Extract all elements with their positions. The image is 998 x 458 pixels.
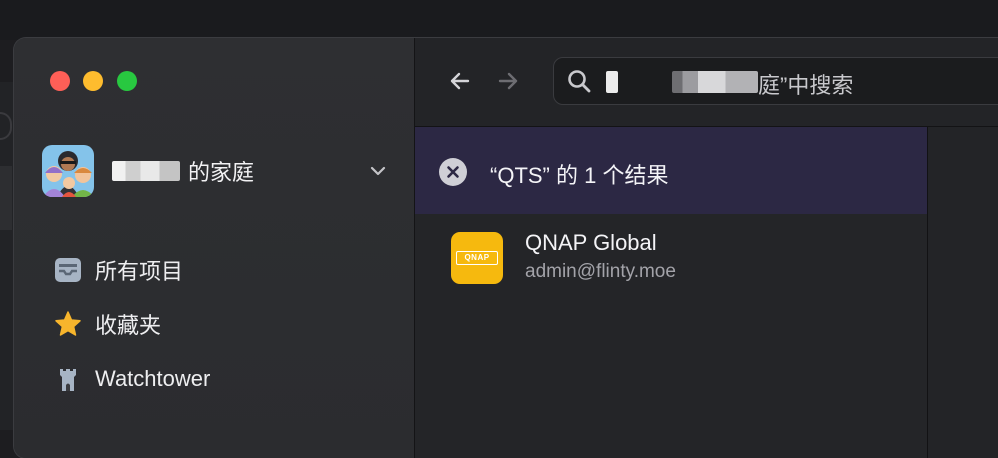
watchtower-icon xyxy=(54,365,82,393)
item-title: QNAP Global xyxy=(525,230,657,255)
close-icon xyxy=(447,166,459,178)
sidebar-item-label: 所有项目 xyxy=(95,259,184,284)
item-list: “QTS” 的 1 个结果 QNAP QNAP Global admin@fli… xyxy=(415,127,928,458)
app-window: 的家庭 所有项目 收藏夹 Watchtower 庭”中搜索 “QTS” 的 1 … xyxy=(14,38,998,458)
maximize-window-button[interactable] xyxy=(117,71,137,91)
search-text-redacted xyxy=(672,71,758,93)
search-input[interactable]: 庭”中搜索 xyxy=(553,57,998,105)
sidebar-item-all-items[interactable]: 所有项目 xyxy=(54,253,384,287)
account-name: 的家庭 xyxy=(188,160,255,185)
sidebar-item-label: 收藏夹 xyxy=(95,313,162,338)
clear-search-button[interactable] xyxy=(439,158,467,186)
item-subtitle: admin@flinty.moe xyxy=(525,261,676,282)
qnap-logo-text: QNAP xyxy=(464,253,490,262)
account-switcher[interactable]: 的家庭 xyxy=(42,145,388,197)
family-avatar xyxy=(42,145,94,197)
background-window-panel xyxy=(0,166,12,230)
forward-arrow-icon[interactable] xyxy=(495,68,521,94)
sidebar: 的家庭 所有项目 收藏夹 Watchtower xyxy=(14,38,415,458)
chevron-down-icon[interactable] xyxy=(368,161,388,181)
minimize-window-button[interactable] xyxy=(83,71,103,91)
all-items-icon xyxy=(54,256,82,284)
sidebar-item-favorites[interactable]: 收藏夹 xyxy=(54,307,384,341)
back-arrow-icon[interactable] xyxy=(447,68,473,94)
sidebar-item-watchtower[interactable]: Watchtower xyxy=(54,362,384,396)
desktop-backdrop xyxy=(0,0,998,40)
search-results-header: “QTS” 的 1 个结果 xyxy=(415,127,927,214)
search-text-redacted xyxy=(606,71,618,93)
results-count-label: “QTS” 的 1 个结果 xyxy=(490,163,669,188)
qnap-logo: QNAP xyxy=(456,251,498,265)
toolbar: 庭”中搜索 xyxy=(415,38,998,127)
detail-pane xyxy=(928,127,998,458)
search-icon xyxy=(568,70,591,93)
star-icon xyxy=(54,310,82,338)
qnap-logo-icon: QNAP xyxy=(451,232,503,284)
sidebar-item-label: Watchtower xyxy=(95,366,211,391)
list-item[interactable]: QNAP QNAP Global admin@flinty.moe xyxy=(415,215,927,301)
search-placeholder: 庭”中搜索 xyxy=(758,73,854,98)
account-name-redacted xyxy=(112,161,180,181)
close-window-button[interactable] xyxy=(50,71,70,91)
